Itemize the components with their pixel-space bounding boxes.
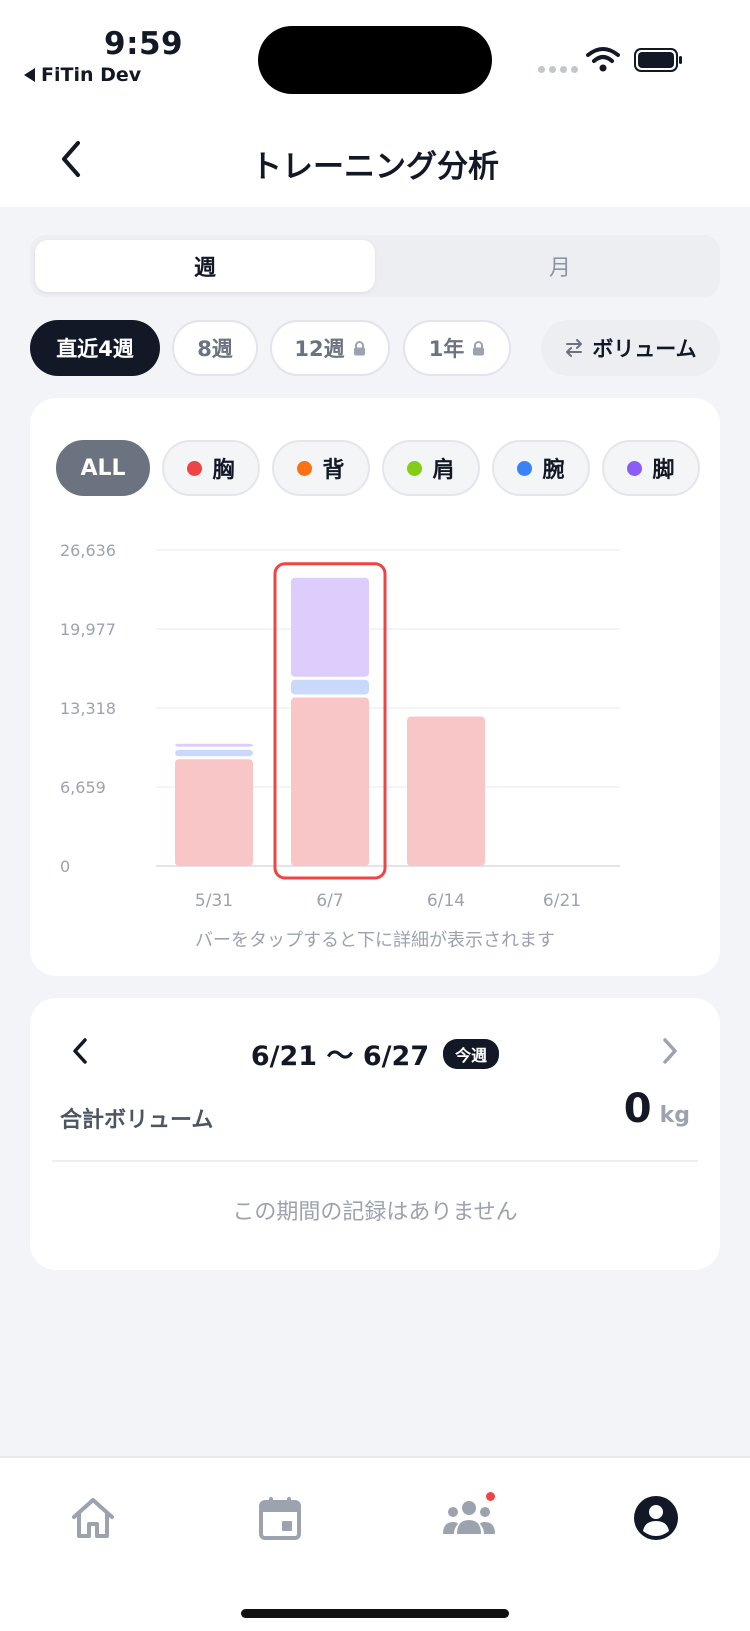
page-title: トレーニング分析 xyxy=(251,149,499,185)
period-chip-12w[interactable]: 12週 xyxy=(270,320,390,376)
volume-bar-chart[interactable]: 0 6,659 13,318 19,977 26,636 5/31 6/7 6/14 6/21 xyxy=(30,518,720,918)
chip-label: 8週 xyxy=(197,337,233,361)
next-week-button[interactable] xyxy=(654,1032,686,1070)
color-dot xyxy=(297,460,313,476)
muscle-filter-arm[interactable]: 腕 xyxy=(492,440,590,496)
filter-label: 腕 xyxy=(542,458,565,483)
bar-segment[interactable] xyxy=(291,577,369,677)
bar-segment[interactable] xyxy=(407,716,485,866)
tab-calendar[interactable] xyxy=(248,1488,312,1548)
filter-label: 胸 xyxy=(212,458,235,483)
community-icon xyxy=(443,1501,495,1534)
status-time: 9:59 xyxy=(104,26,184,62)
back-app-label: FiTin Dev xyxy=(41,64,142,86)
filter-label: 背 xyxy=(322,458,345,483)
bar-segment[interactable] xyxy=(175,759,253,866)
lock-icon xyxy=(473,340,485,355)
muscle-filter-all[interactable]: ALL xyxy=(56,440,150,496)
muscle-filter-back[interactable]: 背 xyxy=(272,440,370,496)
bar-segment[interactable] xyxy=(175,743,253,747)
color-dot xyxy=(517,460,533,476)
period-chip-8w[interactable]: 8週 xyxy=(172,320,258,376)
y-tick-label: 13,318 xyxy=(60,699,116,718)
tab-bar xyxy=(0,1456,750,1631)
muscle-filter-shoulder[interactable]: 肩 xyxy=(382,440,480,496)
color-dot xyxy=(627,460,643,476)
empty-state-message: この期間の記録はありません xyxy=(232,1200,518,1225)
lock-icon xyxy=(353,340,365,355)
bar-segment[interactable] xyxy=(175,749,253,757)
filter-label: ALL xyxy=(80,455,126,481)
period-type-segment: 週 月 xyxy=(30,235,720,297)
profile-icon xyxy=(634,1496,678,1540)
chevron-right-icon xyxy=(663,1038,677,1064)
swap-arrows-icon xyxy=(566,339,583,357)
segment-week[interactable]: 週 xyxy=(35,240,375,292)
color-dot xyxy=(187,460,203,476)
metric-label: ボリューム xyxy=(592,337,697,361)
y-tick-label: 6,659 xyxy=(60,778,106,797)
chart-card: ALL 胸 背 肩 腕 脚 0 6,659 13,318 19,977 26,636 5/… xyxy=(30,398,720,976)
total-volume-number: 0 xyxy=(623,1086,652,1132)
notification-dot xyxy=(484,1490,497,1503)
muscle-filter-leg[interactable]: 脚 xyxy=(602,440,700,496)
divider xyxy=(52,1160,698,1162)
x-tick-label: 5/31 xyxy=(195,891,233,911)
tab-profile[interactable] xyxy=(624,1488,688,1548)
tab-community[interactable] xyxy=(437,1488,501,1548)
this-week-badge: 今週 xyxy=(443,1038,500,1069)
week-range: 6/21 〜 6/27 xyxy=(250,1041,430,1072)
bar-segment[interactable] xyxy=(291,697,369,866)
period-chip-4w[interactable]: 直近4週 xyxy=(30,320,160,376)
filter-label: 肩 xyxy=(432,458,455,483)
chip-label: 1年 xyxy=(428,337,465,361)
home-icon xyxy=(72,1498,114,1538)
chart-hint: バーをタップすると下に詳細が表示されます xyxy=(195,930,555,951)
back-triangle-icon xyxy=(24,68,35,82)
total-volume-unit: kg xyxy=(659,1103,690,1128)
tab-home[interactable] xyxy=(61,1488,125,1548)
calendar-icon xyxy=(259,1497,301,1540)
bar-segment[interactable] xyxy=(291,679,369,695)
back-to-app[interactable]: FiTin Dev xyxy=(24,64,141,86)
x-tick-label: 6/14 xyxy=(427,891,465,911)
y-tick-label: 26,636 xyxy=(60,541,116,560)
x-tick-label: 6/7 xyxy=(316,891,343,911)
status-bar: 9:59 FiTin Dev xyxy=(0,0,750,115)
chip-label: 直近4週 xyxy=(56,337,134,361)
filter-label: 脚 xyxy=(652,458,675,483)
signal-dots-icon xyxy=(538,66,578,73)
total-volume-value: 0 kg xyxy=(624,1086,690,1132)
y-tick-label: 19,977 xyxy=(60,620,116,639)
week-range-row: 6/21 〜 6/27 今週 xyxy=(30,1034,720,1073)
metric-toggle-button[interactable]: ボリューム xyxy=(541,320,720,376)
home-indicator xyxy=(241,1609,509,1618)
wifi-icon xyxy=(586,47,620,72)
color-dot xyxy=(407,460,423,476)
segment-month[interactable]: 月 xyxy=(405,240,715,292)
total-volume-label: 合計ボリューム xyxy=(60,1108,214,1133)
week-detail-card: 6/21 〜 6/27 今週 合計ボリューム 0 kg この期間の記録はありませ… xyxy=(30,998,720,1270)
y-tick-label: 0 xyxy=(60,857,70,876)
chip-label: 12週 xyxy=(294,337,345,361)
x-tick-label: 6/21 xyxy=(543,891,581,911)
nav-header: トレーニング分析 xyxy=(0,115,750,207)
muscle-filter-chest[interactable]: 胸 xyxy=(162,440,260,496)
period-chip-1y[interactable]: 1年 xyxy=(403,320,511,376)
dynamic-island xyxy=(258,26,492,94)
battery-icon xyxy=(634,48,682,72)
